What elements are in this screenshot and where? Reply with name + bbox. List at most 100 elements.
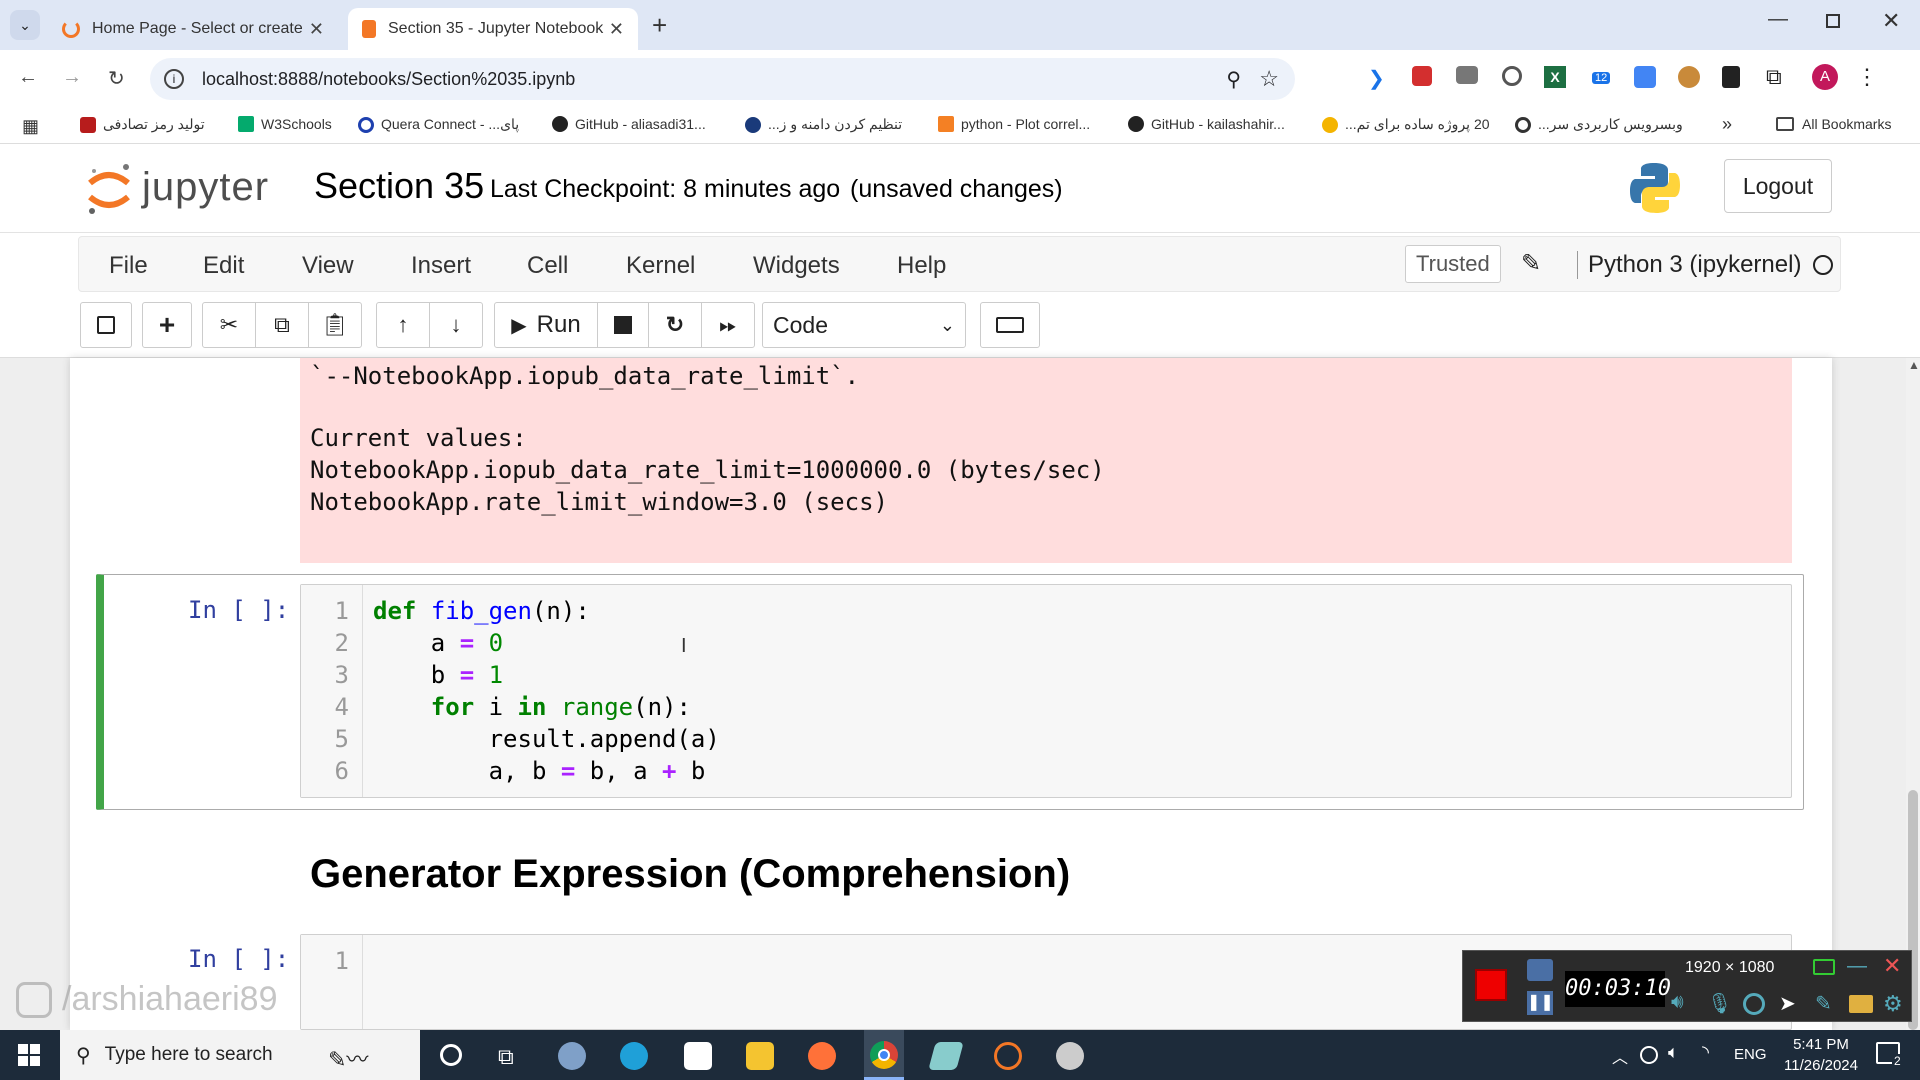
code-editor[interactable]: 1 2 3 4 5 6 def fib_gen(n): a = 0 b = 1 … (300, 584, 1792, 798)
avatar[interactable]: A (1812, 64, 1838, 90)
taskbar-search-box[interactable]: ⚲ Type here to search ✎〰 (60, 1030, 420, 1080)
excel-icon[interactable]: X (1544, 66, 1566, 88)
edge-icon[interactable] (620, 1042, 648, 1070)
restore-icon[interactable] (1826, 14, 1840, 28)
insert-cell-button[interactable]: + (142, 302, 192, 348)
run-button[interactable]: ▶ Run (494, 302, 598, 348)
minimize-icon[interactable]: — (1768, 8, 1788, 31)
scroll-up-icon[interactable]: ▲ (1908, 358, 1920, 372)
clock-date[interactable]: 11/26/2024 (1776, 1057, 1866, 1074)
webcam-icon[interactable] (1743, 993, 1765, 1015)
menu-view[interactable]: View (302, 252, 354, 280)
address-bar[interactable]: i localhost:8888/notebooks/Section%2035.… (150, 58, 1295, 100)
save-button[interactable] (80, 302, 132, 348)
tab-search-button[interactable]: ⌄ (10, 10, 40, 40)
close-icon[interactable]: ✕ (609, 19, 624, 40)
menu-kernel[interactable]: Kernel (626, 252, 695, 280)
cell-type-select[interactable]: Code ⌄ (762, 302, 966, 348)
puzzle-icon[interactable]: ⧉ (1766, 64, 1782, 90)
reload-icon[interactable]: ↻ (108, 66, 125, 91)
move-up-button[interactable]: ↑ (376, 302, 430, 348)
draw-icon[interactable]: ✎ (1815, 991, 1832, 1016)
jupyter-logo[interactable]: jupyter (86, 159, 286, 219)
extension-badge[interactable]: 12 (1592, 72, 1611, 84)
minimize-icon[interactable]: — (1847, 955, 1867, 978)
bookmark-item[interactable]: تنظیم کردن دامنه و ز... (745, 116, 902, 133)
task-view-icon[interactable]: ⧉ (498, 1044, 514, 1070)
menu-widgets[interactable]: Widgets (753, 252, 840, 280)
taskbar-app-icon[interactable] (928, 1042, 964, 1070)
taskbar-app-icon[interactable] (558, 1042, 586, 1070)
stop-recording-button[interactable] (1475, 969, 1507, 1001)
cookie-icon[interactable] (1678, 66, 1700, 88)
menu-edit[interactable]: Edit (203, 252, 244, 280)
cut-button[interactable]: ✂ (202, 302, 256, 348)
kernel-name[interactable]: Python 3 (ipykernel) (1577, 251, 1801, 279)
menu-cell[interactable]: Cell (527, 252, 568, 280)
back-icon[interactable]: ← (18, 66, 38, 89)
pause-icon[interactable]: ❚❚ (1527, 991, 1554, 1015)
bookmark-item[interactable]: python - Plot correl... (938, 116, 1090, 132)
command-palette-button[interactable] (980, 302, 1040, 348)
language-indicator[interactable]: ENG (1734, 1046, 1767, 1063)
bookmark-item[interactable]: W3Schools (238, 116, 332, 132)
file-explorer-icon[interactable] (746, 1042, 774, 1070)
wifi-icon[interactable]: ◝ (1702, 1042, 1709, 1063)
forward-icon[interactable]: → (62, 66, 82, 89)
copy-button[interactable]: ⧉ (255, 302, 309, 348)
bookmark-item[interactable]: 20 پروژه ساده برای تم... (1322, 116, 1490, 133)
close-icon[interactable]: ✕ (309, 19, 324, 40)
bookmark-item[interactable]: Quera Connect - ...پای (358, 116, 519, 133)
tray-icon[interactable] (1640, 1046, 1658, 1064)
extension-icon[interactable] (1722, 66, 1740, 88)
interrupt-button[interactable] (597, 302, 649, 348)
paint-icon[interactable] (1056, 1042, 1084, 1070)
tab-section-35[interactable]: Section 35 - Jupyter Notebook ✕ (348, 8, 638, 50)
bookmark-star-icon[interactable]: ☆ (1259, 66, 1279, 92)
window-close-icon[interactable]: ✕ (1882, 8, 1900, 34)
trusted-indicator[interactable]: Trusted (1405, 245, 1501, 283)
tray-chevron-icon[interactable]: ︿ (1612, 1044, 1628, 1068)
extension-icon[interactable]: ❯ (1368, 66, 1390, 90)
clock-time[interactable]: 5:41 PM (1786, 1036, 1856, 1053)
restart-run-all-button[interactable]: ⏩︎ (701, 302, 755, 348)
bookmark-item[interactable]: تولید رمز تصادفی (80, 116, 205, 133)
new-tab-button[interactable]: + (652, 10, 667, 41)
logout-button[interactable]: Logout (1724, 159, 1832, 213)
cursor-icon[interactable]: ➤ (1779, 991, 1796, 1016)
url-text[interactable]: localhost:8888/notebooks/Section%2035.ip… (202, 69, 575, 90)
camera-icon[interactable] (1527, 959, 1553, 981)
menu-insert[interactable]: Insert (411, 252, 471, 280)
windows-start-icon[interactable] (18, 1044, 40, 1066)
firefox-icon[interactable] (808, 1042, 836, 1070)
chrome-icon[interactable] (864, 1030, 904, 1080)
paste-button[interactable]: 📋︎ (308, 302, 362, 348)
bookmark-item[interactable]: وبسرویس کاربردی سر... (1515, 116, 1683, 133)
store-icon[interactable] (684, 1042, 712, 1070)
move-down-button[interactable]: ↓ (429, 302, 483, 348)
settings-gear-icon[interactable]: ⚙ (1883, 991, 1903, 1017)
restart-button[interactable]: ↻ (648, 302, 702, 348)
expand-icon[interactable] (1813, 959, 1835, 975)
extension-icon[interactable] (1502, 66, 1522, 86)
menu-help[interactable]: Help (897, 252, 946, 280)
edit-pencil-icon[interactable]: ✎ (1521, 249, 1541, 278)
microphone-icon[interactable]: 🎙︎ (1707, 991, 1732, 1016)
folder-icon[interactable] (1849, 995, 1873, 1013)
notebook-title[interactable]: Section 35 (314, 165, 484, 207)
menu-file[interactable]: File (109, 252, 148, 280)
cortana-icon[interactable] (440, 1044, 462, 1066)
bookmark-item[interactable]: GitHub - kailashahir... (1128, 116, 1285, 132)
site-info-icon[interactable]: i (164, 69, 184, 89)
close-icon[interactable]: ✕ (1883, 953, 1901, 979)
camera-icon[interactable] (1456, 66, 1478, 84)
bookmark-item[interactable]: GitHub - aliasadi31... (552, 116, 706, 132)
volume-icon[interactable]: 🔊︎ (1671, 991, 1684, 1014)
apps-grid-icon[interactable]: ▦ (22, 116, 39, 137)
more-bookmarks-icon[interactable]: » (1722, 114, 1732, 135)
volume-icon[interactable]: 🔈︎ (1668, 1042, 1679, 1063)
translate-icon[interactable] (1634, 66, 1656, 88)
all-bookmarks[interactable]: All Bookmarks (1776, 116, 1891, 132)
zoom-icon[interactable]: ⚲ (1226, 67, 1241, 92)
extension-icon[interactable] (1412, 66, 1432, 86)
